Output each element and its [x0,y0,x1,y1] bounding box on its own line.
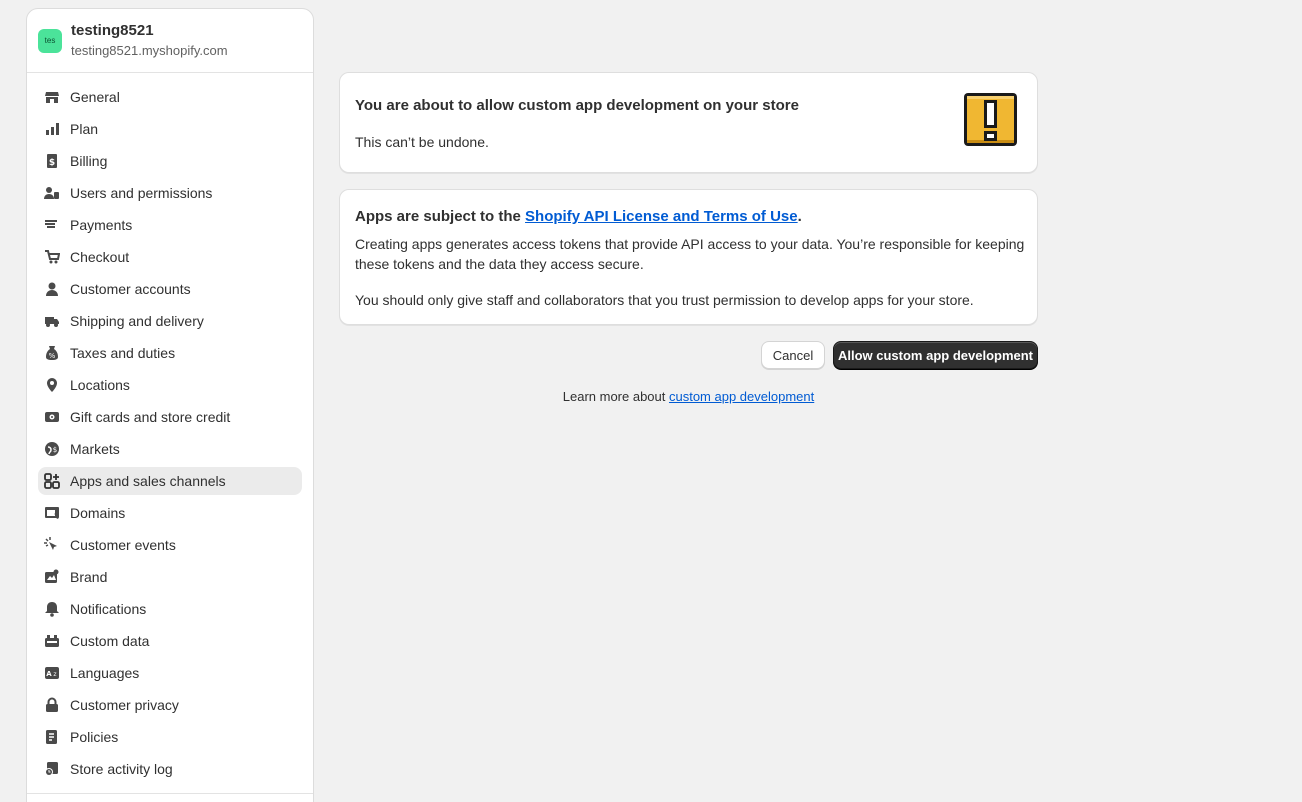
api-terms-link[interactable]: Shopify API License and Terms of Use [525,208,798,225]
language-icon: Az [44,665,60,681]
exclamation-block-icon [964,93,1017,146]
activity-log-icon [44,761,60,777]
store-info: testing8521 testing8521.myshopify.com [71,22,228,59]
bell-icon [44,601,60,617]
terms-paragraph-tokens: Creating apps generates access tokens th… [355,236,1025,272]
warning-text: This can’t be undone. [355,134,489,150]
lock-icon [44,697,60,713]
sidebar-divider [27,793,313,794]
svg-text:$: $ [53,446,57,454]
learn-more-prefix: Learn more about [562,389,669,404]
store-name: testing8521 [71,22,154,39]
sidebar-item-label: Markets [70,441,120,457]
sidebar-item-label: Custom data [70,633,150,649]
terms-heading-prefix: Apps are subject to the [355,208,526,225]
sidebar-item-label: Taxes and duties [70,345,176,361]
store-icon [44,89,60,105]
sidebar-item-label: Billing [70,153,108,169]
store-header[interactable]: tes testing8521 testing8521.myshopify.co… [27,9,313,73]
sidebar-item-label: Gift cards and store credit [70,409,231,425]
sidebar-item-markets[interactable]: $ Markets [38,435,302,463]
sidebar-item-policies[interactable]: Policies [38,723,302,751]
plan-icon [44,121,60,137]
sidebar-item-label: Customer events [70,537,176,553]
sidebar-item-notifications[interactable]: Notifications [38,595,302,623]
warning-card: You are about to allow custom app develo… [339,72,1038,173]
sidebar-item-payments[interactable]: Payments [38,211,302,239]
store-avatar: tes [38,28,62,53]
users-icon [44,185,60,201]
cancel-button[interactable]: Cancel [761,341,825,369]
globe-icon: $ [44,441,60,457]
sidebar-item-customer-privacy[interactable]: Customer privacy [38,691,302,719]
terms-paragraph-staff: You should only give staff and collabora… [355,292,974,308]
location-icon [44,377,60,393]
sidebar-item-taxes-and-duties[interactable]: % Taxes and duties [38,339,302,367]
sidebar-item-store-activity-log[interactable]: Store activity log [38,755,302,783]
svg-text:A: A [46,670,52,678]
sidebar-item-billing[interactable]: $ Billing [38,147,302,175]
custom-app-development-link[interactable]: custom app development [669,389,814,404]
sidebar-item-customer-events[interactable]: Customer events [38,531,302,559]
sidebar-item-languages[interactable]: Az Languages [38,659,302,687]
tax-icon: % [44,345,60,361]
apps-icon [44,473,60,489]
terms-heading-suffix: . [797,208,802,225]
terms-heading: Apps are subject to the Shopify API Lice… [355,208,802,225]
sidebar-item-label: Apps and sales channels [70,473,226,489]
truck-icon [44,313,60,329]
sidebar-item-checkout[interactable]: Checkout [38,243,302,271]
cart-icon [44,249,60,265]
sidebar-item-general[interactable]: General [38,83,302,111]
sidebar-item-label: Customer accounts [70,281,191,297]
sidebar-item-label: Checkout [70,249,130,265]
sidebar-item-label: Languages [70,665,140,681]
domains-icon [44,505,60,521]
gift-card-icon [44,409,60,425]
learn-more: Learn more about custom app development [339,389,1038,404]
store-domain: testing8521.myshopify.com [71,43,228,58]
sidebar-item-shipping-and-delivery[interactable]: Shipping and delivery [38,307,302,335]
sidebar-item-plan[interactable]: Plan [38,115,302,143]
svg-text:$: $ [49,158,55,168]
settings-nav: General Plan $ Billing Users and permissions… [27,73,313,783]
sidebar-item-custom-data[interactable]: Custom data [38,627,302,655]
cursor-icon [44,537,60,553]
terms-card: Apps are subject to the Shopify API Lice… [339,189,1038,325]
sidebar-item-domains[interactable]: Domains [38,499,302,527]
sidebar-item-label: Brand [70,569,108,585]
sidebar-item-brand[interactable]: Brand [38,563,302,591]
allow-custom-app-development-button[interactable]: Allow custom app development [833,341,1038,369]
svg-text:z: z [53,671,56,678]
settings-sidebar: tes testing8521 testing8521.myshopify.co… [26,8,314,802]
payments-icon [44,217,60,233]
svg-text:%: % [49,352,56,360]
custom-data-icon [44,633,60,649]
sidebar-item-users-and-permissions[interactable]: Users and permissions [38,179,302,207]
sidebar-item-label: Policies [70,729,119,745]
sidebar-item-label: Shipping and delivery [70,313,204,329]
sidebar-item-label: Users and permissions [70,185,213,201]
policies-icon [44,729,60,745]
sidebar-item-label: Customer privacy [70,697,179,713]
sidebar-item-label: Payments [70,217,133,233]
billing-icon: $ [44,153,60,169]
sidebar-item-apps-and-sales-channels[interactable]: Apps and sales channels [38,467,302,495]
sidebar-item-label: Notifications [70,601,147,617]
sidebar-item-label: Plan [70,121,99,137]
warning-title: You are about to allow custom app develo… [355,97,799,114]
brand-icon [44,569,60,585]
sidebar-item-label: Store activity log [70,761,173,777]
sidebar-item-label: General [70,89,120,105]
sidebar-item-label: Locations [70,377,130,393]
sidebar-item-label: Domains [70,505,126,521]
sidebar-item-customer-accounts[interactable]: Customer accounts [38,275,302,303]
person-icon [44,281,60,297]
sidebar-item-locations[interactable]: Locations [38,371,302,399]
sidebar-item-gift-cards-and-store-credit[interactable]: Gift cards and store credit [38,403,302,431]
